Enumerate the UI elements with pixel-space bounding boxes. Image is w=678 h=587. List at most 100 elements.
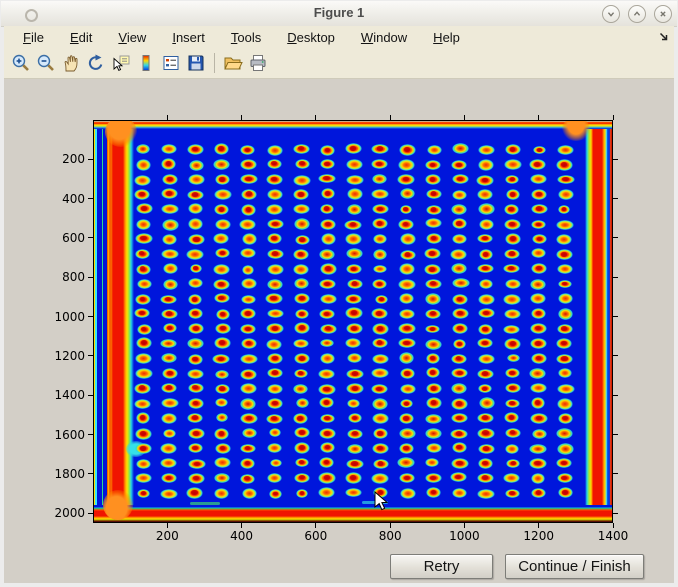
spot — [319, 457, 334, 468]
scan-image[interactable] — [93, 120, 613, 523]
spot — [295, 235, 311, 246]
rotate-3d-icon[interactable] — [84, 51, 108, 76]
spot — [266, 174, 284, 185]
spot — [136, 459, 151, 469]
spot — [188, 278, 203, 288]
spot — [213, 159, 230, 170]
spot — [320, 353, 335, 364]
spot — [558, 308, 573, 319]
spot — [188, 428, 206, 439]
menu-file[interactable]: File — [10, 28, 57, 47]
spot — [266, 414, 283, 424]
spot — [478, 308, 495, 318]
x-tick-label: 200 — [137, 529, 197, 543]
menu-insert[interactable]: Insert — [159, 28, 218, 47]
spot — [318, 174, 335, 184]
spot — [477, 489, 494, 499]
x-tick-mark-top — [315, 115, 316, 120]
dock-figure-icon[interactable] — [658, 30, 670, 48]
spot — [320, 324, 336, 334]
image-left-edge-band — [94, 121, 136, 522]
spot — [161, 353, 176, 364]
spot — [451, 398, 468, 409]
spot — [240, 159, 257, 170]
spot — [557, 384, 574, 394]
save-figure-icon[interactable] — [184, 51, 208, 76]
spot — [399, 352, 414, 363]
print-figure-icon[interactable] — [246, 51, 270, 76]
spot — [267, 159, 282, 169]
open-file-icon[interactable] — [221, 51, 245, 76]
spot — [347, 429, 363, 439]
spot — [293, 204, 310, 215]
spot — [187, 413, 204, 423]
spot — [267, 189, 282, 200]
spot — [425, 160, 440, 170]
retry-button[interactable]: Retry — [390, 554, 493, 579]
menu-tools[interactable]: Tools — [218, 28, 274, 47]
spot — [295, 458, 309, 468]
spot — [399, 428, 416, 439]
y-tick-label: 1000 — [43, 310, 85, 324]
menu-help[interactable]: Help — [420, 28, 473, 47]
spot — [426, 397, 442, 408]
zoom-in-icon[interactable] — [9, 51, 33, 76]
minimize-button[interactable] — [602, 5, 620, 23]
spot — [190, 264, 202, 273]
spot — [478, 444, 494, 454]
zoom-out-icon[interactable] — [34, 51, 58, 76]
spot — [398, 338, 415, 348]
spot — [136, 203, 153, 214]
image-bottom-edge-band — [94, 505, 612, 522]
spot — [188, 308, 203, 318]
spot — [347, 353, 362, 364]
spot — [372, 413, 390, 424]
spot — [293, 413, 309, 424]
spot — [345, 233, 362, 244]
x-tick-mark-top — [167, 115, 168, 120]
spot — [162, 368, 178, 378]
spot — [215, 370, 229, 379]
spot — [372, 398, 388, 410]
menu-window[interactable]: Window — [348, 28, 420, 47]
x-tick-label: 1000 — [434, 529, 494, 543]
spot — [371, 159, 387, 169]
spot — [347, 188, 363, 199]
spot — [293, 249, 309, 259]
spot — [479, 279, 494, 289]
spot — [452, 323, 468, 334]
spot — [504, 338, 521, 350]
spot — [161, 309, 177, 319]
spot — [161, 413, 178, 424]
spot — [530, 383, 548, 393]
spot — [240, 474, 256, 484]
spot — [507, 354, 520, 363]
spot — [241, 338, 257, 348]
spot — [215, 398, 228, 407]
spot — [503, 325, 520, 335]
insert-colorbar-icon[interactable] — [134, 51, 158, 76]
spot — [293, 264, 309, 275]
spot — [373, 265, 388, 273]
spot — [531, 204, 548, 214]
spot — [425, 339, 442, 350]
spot — [529, 159, 546, 170]
menu-edit[interactable]: Edit — [57, 28, 105, 47]
y-tick-label: 1600 — [43, 428, 85, 442]
spot — [505, 368, 520, 378]
spot — [425, 293, 441, 304]
continue-finish-button[interactable]: Continue / Finish — [505, 554, 644, 579]
menu-view[interactable]: View — [105, 28, 159, 47]
spot — [477, 189, 493, 200]
insert-legend-icon[interactable] — [159, 51, 183, 76]
spot — [345, 338, 361, 348]
title-bar[interactable]: Figure 1 — [1, 1, 677, 27]
data-cursor-icon[interactable] — [109, 51, 133, 76]
close-button[interactable] — [654, 5, 672, 23]
spot — [188, 234, 205, 245]
y-tick-mark-right — [613, 473, 618, 474]
menu-desktop[interactable]: Desktop — [274, 28, 348, 47]
spot — [503, 294, 521, 305]
maximize-button[interactable] — [628, 5, 646, 23]
pan-icon[interactable] — [59, 51, 83, 76]
